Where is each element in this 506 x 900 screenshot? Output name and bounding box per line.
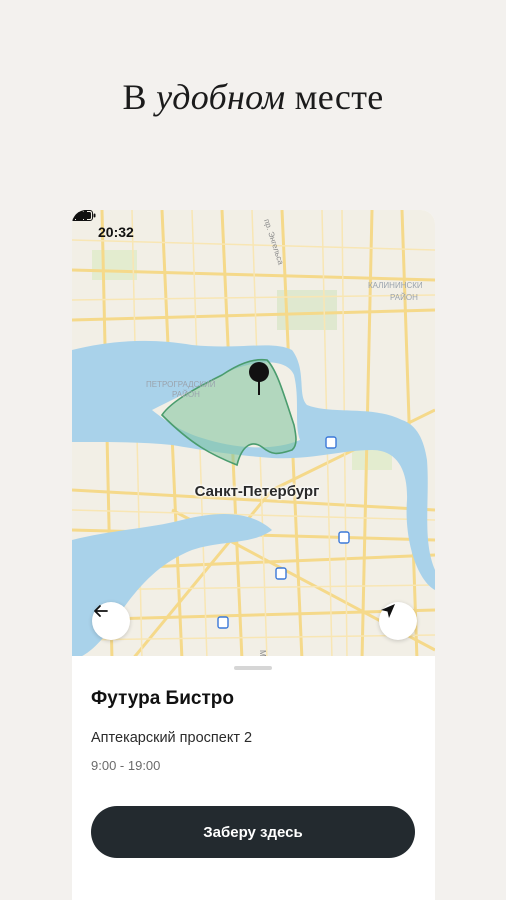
battery-icon	[72, 210, 96, 221]
status-time: 20:32	[98, 224, 134, 240]
arrow-left-icon	[94, 605, 108, 617]
headline-prefix: В	[122, 77, 147, 117]
park-area	[92, 250, 137, 280]
confirm-pickup-button[interactable]: Заберу здесь	[91, 806, 415, 858]
pickup-sheet: Футура Бистро Аптекарский проспект 2 9:0…	[72, 656, 435, 900]
phone-screen: ПЕТРОГРАДСКИЙ РАЙОН КАЛИНИНСКИ РАЙОН пр.…	[72, 210, 435, 900]
district-label: РАЙОН	[390, 293, 418, 302]
district-label: РАЙОН	[172, 390, 200, 399]
headline-suffix: месте	[294, 77, 384, 117]
place-name: Футура Бистро	[91, 688, 234, 709]
map-view[interactable]: ПЕТРОГРАДСКИЙ РАЙОН КАЛИНИНСКИ РАЙОН пр.…	[72, 210, 435, 660]
map-canvas: ПЕТРОГРАДСКИЙ РАЙОН КАЛИНИНСКИ РАЙОН пр.…	[72, 210, 435, 660]
place-address: Аптекарский проспект 2	[91, 730, 253, 746]
district-label: КАЛИНИНСКИ	[368, 281, 423, 290]
place-hours: 9:00 - 19:00	[91, 758, 161, 773]
my-location-button[interactable]	[379, 602, 417, 640]
district-label: ПЕТРОГРАДСКИЙ	[146, 380, 216, 389]
sheet-drag-handle[interactable]	[234, 666, 272, 670]
back-button[interactable]	[92, 602, 130, 640]
page-headline: В удобном месте	[0, 76, 506, 118]
city-label: Санкт-Петербург	[194, 483, 320, 500]
status-bar: 20:32	[72, 210, 435, 254]
headline-emphasis: удобном	[156, 77, 286, 117]
navigation-arrow-icon	[381, 604, 395, 618]
